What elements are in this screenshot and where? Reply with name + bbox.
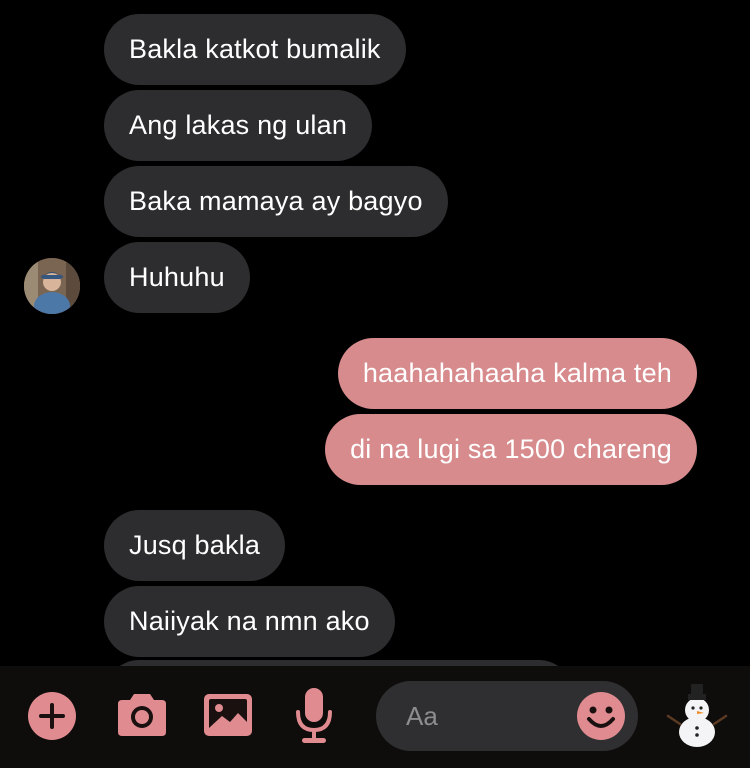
- gallery-button[interactable]: [200, 686, 260, 746]
- avatar-photo: [24, 258, 80, 314]
- snowman-emoji: [666, 684, 728, 747]
- contact-avatar[interactable]: [24, 258, 80, 314]
- incoming-message-bubble[interactable]: Naiiyak na nmn ako: [104, 586, 395, 657]
- smiley-icon: [577, 692, 625, 740]
- chat-thread: Bakla katkot bumalik Ang lakas ng ulan B…: [0, 0, 750, 768]
- incoming-message-bubble[interactable]: Huhuhu: [104, 242, 250, 313]
- message-input[interactable]: [406, 681, 566, 751]
- emoji-button[interactable]: [576, 691, 626, 741]
- outgoing-message-bubble[interactable]: haahahahaaha kalma teh: [337, 338, 697, 409]
- camera-icon: [118, 694, 166, 736]
- outgoing-message-bubble[interactable]: di na lugi sa 1500 chareng: [325, 414, 697, 485]
- plus-icon: [28, 692, 76, 740]
- incoming-message-bubble[interactable]: Bakla katkot bumalik: [104, 14, 406, 85]
- microphone-icon: [296, 688, 332, 743]
- camera-button[interactable]: [112, 686, 172, 746]
- voice-message-button[interactable]: [286, 686, 346, 746]
- quick-reaction-button[interactable]: [666, 684, 728, 748]
- message-composer[interactable]: [376, 681, 638, 751]
- incoming-message-bubble[interactable]: Ang lakas ng ulan: [104, 90, 373, 161]
- image-icon: [204, 694, 252, 736]
- incoming-message-bubble[interactable]: Jusq bakla: [104, 510, 286, 581]
- plus-button[interactable]: [24, 686, 84, 746]
- incoming-message-bubble[interactable]: Baka mamaya ay bagyo: [104, 166, 448, 237]
